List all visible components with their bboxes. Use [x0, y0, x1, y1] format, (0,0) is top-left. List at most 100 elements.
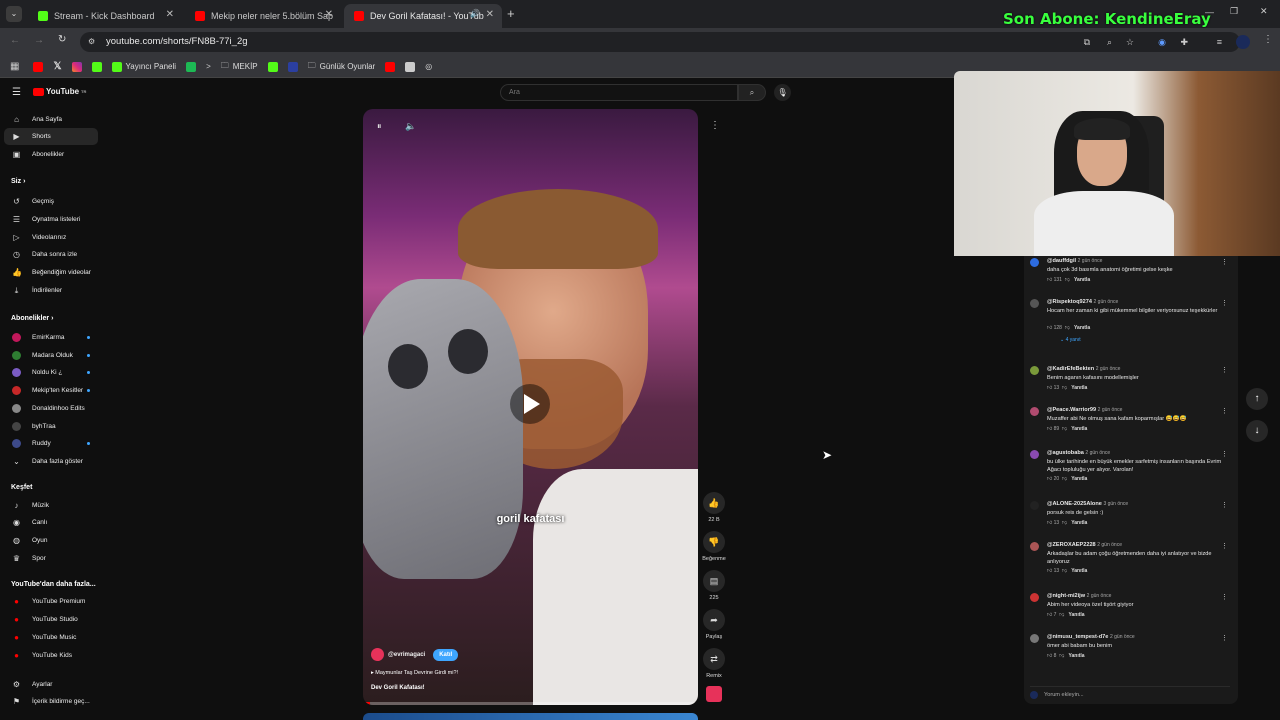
- sidebar-item-your-videos[interactable]: ▷ Videolarınız: [4, 229, 98, 246]
- sidebar-item-shorts[interactable]: ▶ Shorts: [4, 128, 98, 145]
- comments-button[interactable]: ▤ 225: [702, 570, 726, 601]
- like-button[interactable]: 👍 22 B: [702, 492, 726, 523]
- next-video-peek[interactable]: [363, 713, 698, 720]
- dislike-button[interactable]: 👎 Beğenme: [702, 531, 726, 562]
- sidebar-item-channel[interactable]: Madara Olduk: [4, 347, 98, 364]
- remix-button[interactable]: ⇄ Remix: [702, 648, 726, 679]
- share-button[interactable]: ➦ Paylaş: [702, 609, 726, 640]
- comment-menu-icon[interactable]: ⋮: [1221, 593, 1228, 601]
- comment-avatar[interactable]: [1030, 501, 1039, 510]
- sidebar-item-playlists[interactable]: ☰ Oynatma listeleri: [4, 211, 98, 228]
- sidebar-item-channel[interactable]: Mekip'ten Kesitler: [4, 382, 98, 399]
- comment-avatar[interactable]: [1030, 299, 1039, 308]
- bookmark-image[interactable]: [405, 61, 416, 72]
- comment-author[interactable]: @ZEROXAEP2228 2 gün önce: [1047, 542, 1122, 548]
- more-options-icon[interactable]: ⋮: [710, 120, 720, 131]
- comment-menu-icon[interactable]: ⋮: [1221, 366, 1228, 374]
- bookmark-gunluk-oyunlar[interactable]: 🗀 Günlük Oyunlar: [308, 60, 376, 74]
- like-icon[interactable]: 👍︎: [1047, 653, 1052, 659]
- sidebar-item-youtube-premium[interactable]: ● YouTube Premium: [4, 593, 98, 610]
- you-heading[interactable]: Siz ›: [11, 178, 25, 185]
- reload-icon[interactable]: ↻: [58, 34, 66, 45]
- sidebar-item-channel[interactable]: Ruddy: [4, 435, 98, 452]
- bookmark-kick2[interactable]: [267, 61, 278, 72]
- install-icon[interactable]: ⧉: [1084, 32, 1090, 52]
- close-icon[interactable]: ✕: [166, 9, 174, 20]
- reply-button[interactable]: Yanıtla: [1071, 426, 1087, 432]
- bookmark-app[interactable]: [186, 61, 197, 72]
- tab-search-button[interactable]: ⌄: [6, 6, 22, 22]
- reply-button[interactable]: Yanıtla: [1071, 520, 1087, 526]
- tab-goril[interactable]: Dev Goril Kafatası! - YouTub 🔊 ✕: [344, 4, 502, 28]
- linked-video[interactable]: ▸ Maymunlar Taş Devrine Girdi mi?!: [371, 670, 458, 676]
- sidebar-item-report-history[interactable]: ⚑ İçerik bildirme geç...: [4, 693, 98, 710]
- comment-avatar[interactable]: [1030, 366, 1039, 375]
- channel-avatar[interactable]: [371, 648, 384, 661]
- sidebar-item-downloads[interactable]: ⤓ İndirilenler: [4, 282, 98, 299]
- window-close-icon[interactable]: ✕: [1260, 6, 1268, 17]
- comment-author[interactable]: @ALONE-2025Alone 3 gün önce: [1047, 501, 1128, 507]
- sidebar-item-channel[interactable]: EmirKarma: [4, 329, 98, 346]
- apps-icon[interactable]: ▦: [10, 61, 19, 72]
- comment-author[interactable]: @nimusu_tempest-d7e 2 gün önce: [1047, 634, 1135, 640]
- sidebar-item-liked-videos[interactable]: 👍 Beğendiğim videolar: [4, 264, 98, 281]
- sidebar-item-watch-later[interactable]: ◷ Daha sonra izle: [4, 246, 98, 263]
- sidebar-item-channel[interactable]: byhTraa: [4, 418, 98, 435]
- bookmark-youtube[interactable]: [33, 61, 44, 72]
- dislike-icon[interactable]: 👎︎: [1062, 568, 1067, 574]
- comment-menu-icon[interactable]: ⋮: [1221, 450, 1228, 458]
- like-icon[interactable]: 👍︎: [1047, 385, 1052, 391]
- dislike-icon[interactable]: 👎︎: [1065, 325, 1070, 331]
- next-short-button[interactable]: ↓: [1246, 420, 1268, 442]
- comment-menu-icon[interactable]: ⋮: [1221, 501, 1228, 509]
- comment-author[interactable]: @agustobaba 2 gün önce: [1047, 450, 1110, 456]
- comment-author[interactable]: @night-mi2ijw 2 gün önce: [1047, 593, 1111, 599]
- puzzle-icon[interactable]: ✚: [1180, 32, 1188, 52]
- like-icon[interactable]: 👍︎: [1047, 325, 1052, 331]
- sidebar-item-home[interactable]: ⌂ Ana Sayfa: [4, 111, 98, 128]
- bookmark-instagram[interactable]: [71, 61, 82, 72]
- pause-icon[interactable]: ⏸: [377, 121, 382, 132]
- sound-source-button[interactable]: [702, 686, 726, 702]
- dislike-icon[interactable]: 👎︎: [1062, 520, 1067, 526]
- tab-kick-dashboard[interactable]: Stream - Kick Dashboard ✕: [28, 4, 182, 28]
- window-minimize-icon[interactable]: —: [1205, 7, 1214, 17]
- bookmark-youtube2[interactable]: [385, 61, 396, 72]
- forward-icon[interactable]: →: [34, 35, 44, 46]
- progress-bar[interactable]: [363, 702, 698, 705]
- voice-search-button[interactable]: 🎙: [774, 84, 791, 101]
- sidebar-item-sports[interactable]: ♛ Spor: [4, 550, 98, 567]
- window-restore-icon[interactable]: ❐: [1230, 6, 1238, 17]
- search-button[interactable]: ⌕: [738, 84, 766, 101]
- sidebar-item-channel[interactable]: Noldu Ki ¿: [4, 364, 98, 381]
- comment-author[interactable]: @Rispektoq9274 2 gün önce: [1047, 299, 1118, 305]
- like-icon[interactable]: 👍︎: [1047, 568, 1052, 574]
- comment-avatar[interactable]: [1030, 450, 1039, 459]
- comment-author[interactable]: @Peace.Warrior99 2 gün önce: [1047, 407, 1122, 413]
- comment-avatar[interactable]: [1030, 593, 1039, 602]
- url-input[interactable]: ⚙ youtube.com/shorts/FN8B-77i_2g ⧉ ⌕ ☆ ◉ …: [80, 32, 1240, 52]
- reply-button[interactable]: Yanıtla: [1068, 653, 1084, 659]
- dislike-icon[interactable]: 👎︎: [1062, 385, 1067, 391]
- dislike-icon[interactable]: 👎︎: [1062, 426, 1067, 432]
- comment-author[interactable]: @dauffdgil 2 gün önce: [1047, 258, 1102, 264]
- dislike-icon[interactable]: 👎︎: [1062, 476, 1067, 482]
- bookmark-terminal[interactable]: >: [206, 62, 211, 71]
- like-icon[interactable]: 👍︎: [1047, 277, 1052, 283]
- bookmark-globe[interactable]: ◎: [425, 62, 432, 71]
- bookmark-x[interactable]: 𝕏: [53, 61, 61, 72]
- comment-input[interactable]: Yorum ekleyin...: [1044, 692, 1084, 698]
- bookmark-mekip-folder[interactable]: 🗀 MEKİP: [221, 60, 258, 74]
- sidebar-item-music[interactable]: ♪ Müzik: [4, 497, 98, 514]
- comment-avatar[interactable]: [1030, 634, 1039, 643]
- sidebar-item-youtube-kids[interactable]: ● YouTube Kids: [4, 647, 98, 664]
- shorts-video-player[interactable]: ⏸ 🔈 goril kafatası @evrimagaci Katıl ▸ M…: [363, 109, 698, 705]
- extension-icon[interactable]: ◉: [1158, 32, 1166, 52]
- dislike-icon[interactable]: 👎︎: [1059, 653, 1064, 659]
- back-icon[interactable]: ←: [10, 35, 20, 46]
- sidebar-item-history[interactable]: ↺ Geçmiş: [4, 193, 98, 210]
- bookmark-yayinci-paneli[interactable]: Yayıncı Paneli: [111, 61, 176, 72]
- audio-icon[interactable]: 🔊: [470, 9, 480, 18]
- search-input[interactable]: Ara: [500, 84, 738, 101]
- close-icon[interactable]: ✕: [325, 9, 333, 20]
